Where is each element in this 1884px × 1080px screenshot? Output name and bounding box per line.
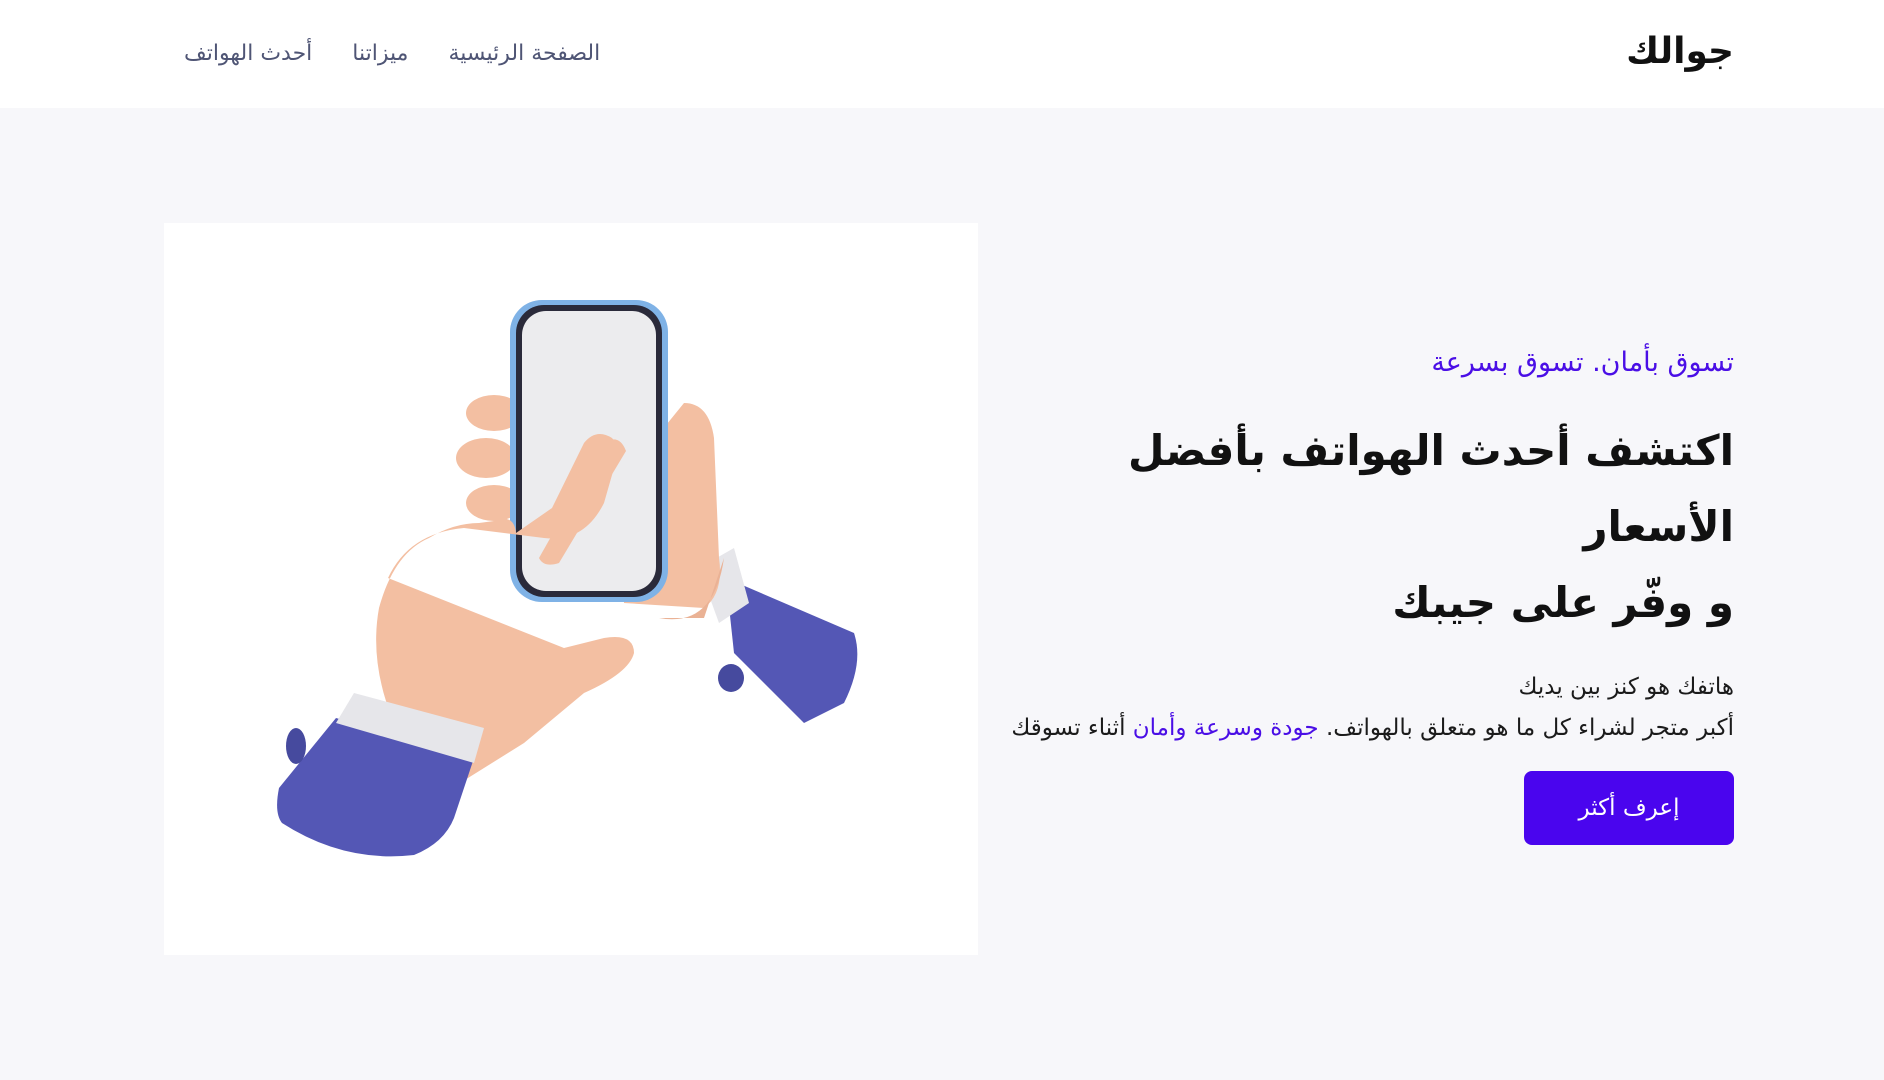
hero-headline-line1: اكتشف أحدث الهواتف بأفضل الأسعار	[1127, 426, 1734, 551]
hero-section: تسوق بأمان. تسوق بسرعة اكتشف أحدث الهوات…	[0, 108, 1884, 1080]
nav-links: الصفحة الرئيسية ميزاتنا أحدث الهواتف	[184, 36, 600, 72]
nav-link-latest-phones[interactable]: أحدث الهواتف	[184, 38, 312, 70]
nav-link-home[interactable]: الصفحة الرئيسية	[448, 38, 600, 70]
navbar: جوالك الصفحة الرئيسية ميزاتنا أحدث الهوا…	[0, 0, 1884, 108]
hero-text: تسوق بأمان. تسوق بسرعة اكتشف أحدث الهوات…	[974, 343, 1734, 749]
nav-link-features[interactable]: ميزاتنا	[352, 38, 408, 70]
hero-headline: اكتشف أحدث الهواتف بأفضل الأسعار و وفّر …	[974, 413, 1734, 641]
learn-more-button[interactable]: إعرف أكثر	[1524, 771, 1734, 845]
hero-image	[164, 223, 978, 955]
hero-headline-line2: و وفّر على جيبك	[1392, 578, 1734, 627]
right-sleeve	[699, 548, 858, 723]
hands-holding-phone-illustration	[277, 300, 858, 857]
hero-description-line1: هاتفك هو كنز بين يديك	[1518, 674, 1734, 700]
hero-description-highlight: جودة وسرعة وأمان	[1132, 715, 1319, 741]
hero-description-end: أثناء تسوقك	[1011, 715, 1126, 741]
brand-logo[interactable]: جوالك	[1626, 30, 1734, 74]
hero-tagline: تسوق بأمان. تسوق بسرعة	[1431, 347, 1734, 378]
hero-description: هاتفك هو كنز بين يديك أكبر متجر لشراء كل…	[974, 667, 1734, 749]
hero-description-line2-start: أكبر متجر لشراء كل ما هو متعلق بالهواتف.	[1325, 715, 1734, 741]
